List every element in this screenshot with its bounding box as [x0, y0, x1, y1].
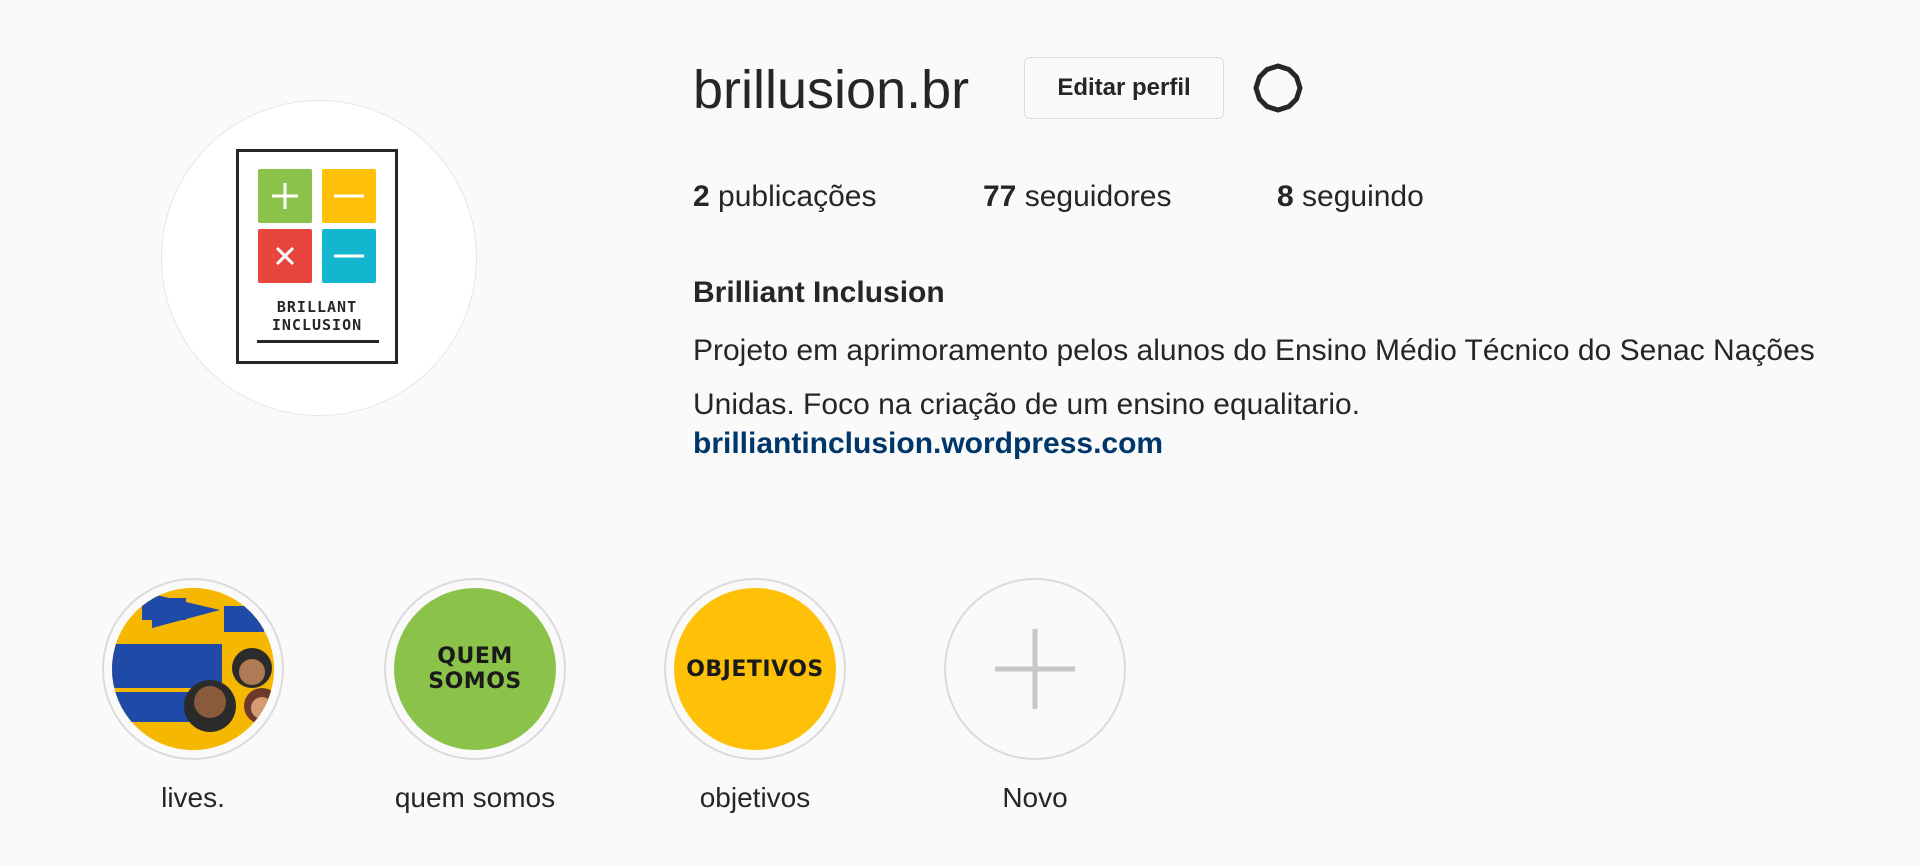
highlight-ring — [102, 578, 284, 760]
plus-tile-icon — [258, 169, 312, 223]
profile-bio: Projeto em aprimoramento pelos alunos do… — [693, 324, 1920, 432]
stat-following[interactable]: 8 seguindo — [1277, 180, 1424, 214]
gear-icon[interactable] — [1252, 62, 1304, 114]
stat-posts: 2 publicações — [693, 180, 876, 214]
stat-followers-count: 77 — [983, 180, 1017, 213]
highlight-cover-new — [954, 588, 1116, 750]
stat-posts-count: 2 — [693, 180, 710, 213]
logo-text-line1: BRILLANT — [276, 298, 358, 316]
minus-tile-icon — [322, 169, 376, 223]
brilliant-inclusion-logo: BRILLANT INCLUSION — [236, 149, 398, 364]
logo-text-line2: INCLUSION — [271, 316, 363, 334]
highlight-ring — [944, 578, 1126, 760]
highlight-ring: OBJETIVOS — [664, 578, 846, 760]
plus-icon — [995, 629, 1075, 709]
logo-underline — [257, 340, 379, 343]
lives-cover-image — [112, 588, 274, 750]
highlight-lives[interactable]: lives. — [102, 578, 284, 813]
highlight-cover-quem-somos: QUEM SOMOS — [394, 588, 556, 750]
stat-following-label: seguindo — [1302, 180, 1424, 213]
edit-profile-button[interactable]: Editar perfil — [1024, 57, 1224, 119]
highlight-cover-text: OBJETIVOS — [686, 656, 824, 682]
highlight-quem-somos[interactable]: QUEM SOMOS quem somos — [384, 578, 566, 813]
stat-posts-label: publicações — [718, 180, 877, 213]
bio-line: Projeto em aprimoramento pelos alunos do… — [693, 334, 1815, 367]
stat-followers[interactable]: 77 seguidores — [983, 180, 1171, 214]
highlight-new[interactable]: Novo — [944, 578, 1126, 813]
highlight-ring: QUEM SOMOS — [384, 578, 566, 760]
highlight-cover-objetivos: OBJETIVOS — [674, 588, 836, 750]
profile-avatar[interactable]: BRILLANT INCLUSION — [161, 100, 477, 416]
profile-username: brillusion.br — [693, 60, 970, 120]
bio-line: Unidas. Foco na criação de um ensino equ… — [693, 388, 1361, 421]
profile-full-name: Brilliant Inclusion — [693, 276, 945, 309]
highlight-label: lives. — [161, 782, 225, 813]
highlight-label: Novo — [1002, 782, 1068, 813]
stat-followers-label: seguidores — [1024, 180, 1172, 213]
stat-following-count: 8 — [1277, 180, 1294, 213]
profile-website-link[interactable]: brilliantinclusion.wordpress.com — [693, 427, 1163, 461]
highlight-objetivos[interactable]: OBJETIVOS objetivos — [664, 578, 846, 813]
times-tile-icon — [258, 229, 312, 283]
highlight-label: quem somos — [394, 782, 556, 813]
highlight-cover-text: QUEM SOMOS — [428, 644, 522, 694]
highlight-cover-lives — [112, 588, 274, 750]
divide-tile-icon — [322, 229, 376, 283]
highlight-label: objetivos — [699, 782, 811, 813]
